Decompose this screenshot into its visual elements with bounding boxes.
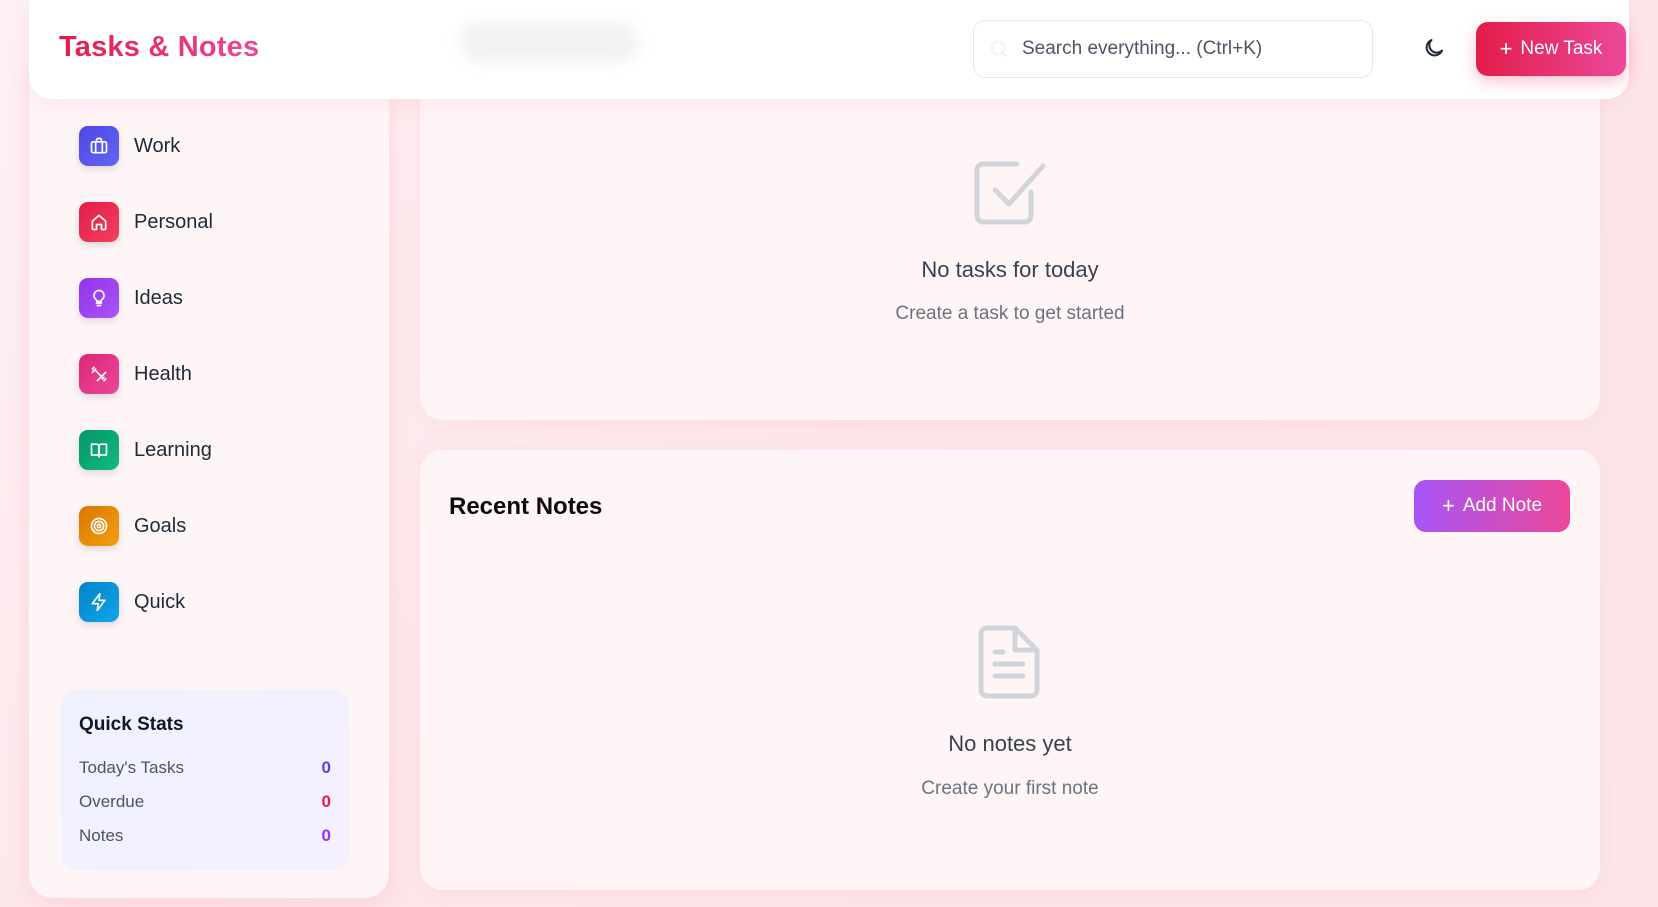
quick-stats-panel: Quick Stats Today's Tasks 0 Overdue 0 No… [61, 690, 349, 870]
sidebar-item-work[interactable]: Work [79, 122, 339, 170]
briefcase-icon [79, 126, 119, 166]
stat-label: Overdue [79, 792, 145, 811]
plus-icon: + [1441, 493, 1455, 518]
new-task-button[interactable]: + New Task [1476, 22, 1626, 76]
top-header: Tasks & Notes + New Task [29, 0, 1629, 99]
tasks-empty-subtitle: Create a task to get started [895, 303, 1125, 324]
quick-stats-title: Quick Stats [79, 714, 184, 735]
stat-row-notes: Notes 0 [79, 824, 331, 848]
blurred-placeholder [459, 22, 639, 62]
sidebar-item-health[interactable]: Health [79, 350, 339, 398]
stat-label: Notes [79, 826, 124, 845]
book-icon [79, 430, 119, 470]
search-input[interactable] [1022, 21, 1362, 77]
stat-value: 0 [321, 792, 331, 811]
theme-toggle-button[interactable] [1415, 30, 1453, 68]
sidebar-item-learning[interactable]: Learning [79, 426, 339, 474]
home-icon [79, 202, 119, 242]
plus-icon: + [1499, 36, 1513, 61]
sidebar-item-label: Quick [134, 590, 186, 613]
app-root: Work Personal Ideas Health Learning Goal… [0, 0, 1658, 907]
sidebar-item-label: Goals [134, 514, 187, 537]
moon-icon [1422, 36, 1446, 63]
stat-value: 0 [321, 826, 331, 845]
notes-empty-subtitle: Create your first note [921, 778, 1099, 799]
checkbox-icon [973, 156, 1047, 233]
notes-empty-title: No notes yet [948, 731, 1072, 756]
lightning-icon [79, 582, 119, 622]
stat-row-today: Today's Tasks 0 [79, 756, 331, 780]
stat-row-overdue: Overdue 0 [79, 790, 331, 814]
lightbulb-icon [79, 278, 119, 318]
sidebar-item-quick[interactable]: Quick [79, 578, 339, 626]
stat-value: 0 [321, 758, 331, 777]
add-note-button[interactable]: + Add Note [1414, 480, 1570, 532]
sidebar-item-label: Learning [134, 438, 212, 461]
sidebar-item-label: Personal [134, 210, 213, 233]
search-icon [988, 38, 1010, 60]
app-title[interactable]: Tasks & Notes [59, 31, 259, 64]
dumbbell-icon [79, 354, 119, 394]
document-icon [977, 624, 1041, 705]
sidebar: Work Personal Ideas Health Learning Goal… [29, 60, 389, 898]
sidebar-item-ideas[interactable]: Ideas [79, 274, 339, 322]
add-note-label: Add Note [1462, 495, 1543, 516]
tasks-empty-title: No tasks for today [921, 257, 1099, 282]
new-task-label: New Task [1520, 38, 1603, 59]
notes-section-title: Recent Notes [449, 493, 603, 520]
recent-notes-card: Recent Notes + Add Note No notes yet Cre… [420, 450, 1600, 890]
target-icon [79, 506, 119, 546]
sidebar-item-goals[interactable]: Goals [79, 502, 339, 550]
sidebar-item-label: Ideas [134, 286, 183, 309]
stat-label: Today's Tasks [79, 758, 184, 777]
sidebar-item-label: Work [134, 134, 181, 157]
today-tasks-card: No tasks for today Create a task to get … [420, 60, 1600, 420]
sidebar-item-label: Health [134, 362, 192, 385]
search-box[interactable] [973, 20, 1373, 78]
sidebar-item-personal[interactable]: Personal [79, 198, 339, 246]
